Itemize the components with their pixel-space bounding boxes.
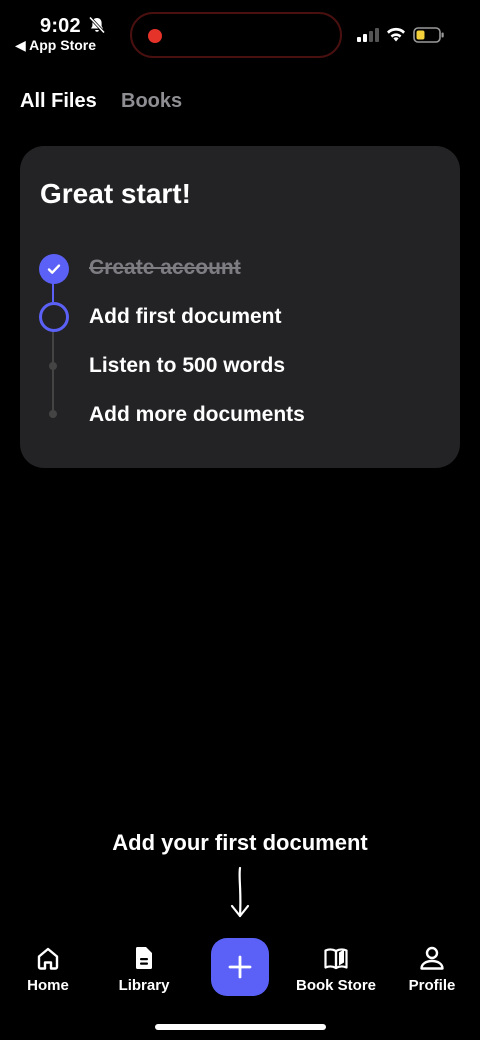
nav-profile-label: Profile [408,977,456,994]
status-time: 9:02 [40,15,81,37]
arrow-down-icon [230,866,250,918]
book-icon [324,948,348,970]
nav-library[interactable]: Library [96,944,192,994]
cellular-signal-icon [357,28,379,42]
add-document-hint: Add your first document [112,830,368,855]
step-current-ring-icon [39,302,69,332]
step-pending-dot-icon [49,410,57,418]
bell-muted-icon [88,16,106,34]
step-add-more-documents: Add more documents [89,403,305,426]
nav-book-store-label: Book Store [295,977,376,994]
step-listen-500-words: Listen to 500 words [89,354,286,377]
home-indicator[interactable] [155,1024,326,1030]
step-completed-check-icon [39,254,69,284]
step-add-first-document[interactable]: Add first document [89,305,282,329]
plus-icon [228,955,252,979]
step-pending-dot-icon [49,362,57,370]
tab-books[interactable]: Books [121,90,182,113]
recording-indicator [148,29,162,43]
back-to-app-store-link[interactable]: ◀ App Store [15,37,96,54]
tab-all-files[interactable]: All Files [20,90,97,113]
nav-library-label: Library [118,977,170,994]
dynamic-island [130,12,342,58]
nav-home[interactable]: Home [0,944,96,994]
document-icon [135,947,152,969]
person-icon [420,946,444,970]
home-icon [37,947,59,970]
onboarding-checklist-card: Great start! Create account Add first do… [20,146,460,468]
nav-home-label: Home [27,977,69,994]
step-create-account: Create account [89,256,241,279]
screen: 9:02 ◀ App Store All Files Books Great s… [0,0,480,1040]
add-document-button[interactable] [211,938,269,996]
battery-icon [413,27,444,43]
nav-book-store[interactable]: Book Store [288,944,384,994]
card-title: Great start! [40,178,191,209]
checkmark-icon [47,264,61,274]
wifi-icon [387,27,405,42]
nav-profile[interactable]: Profile [384,944,480,994]
